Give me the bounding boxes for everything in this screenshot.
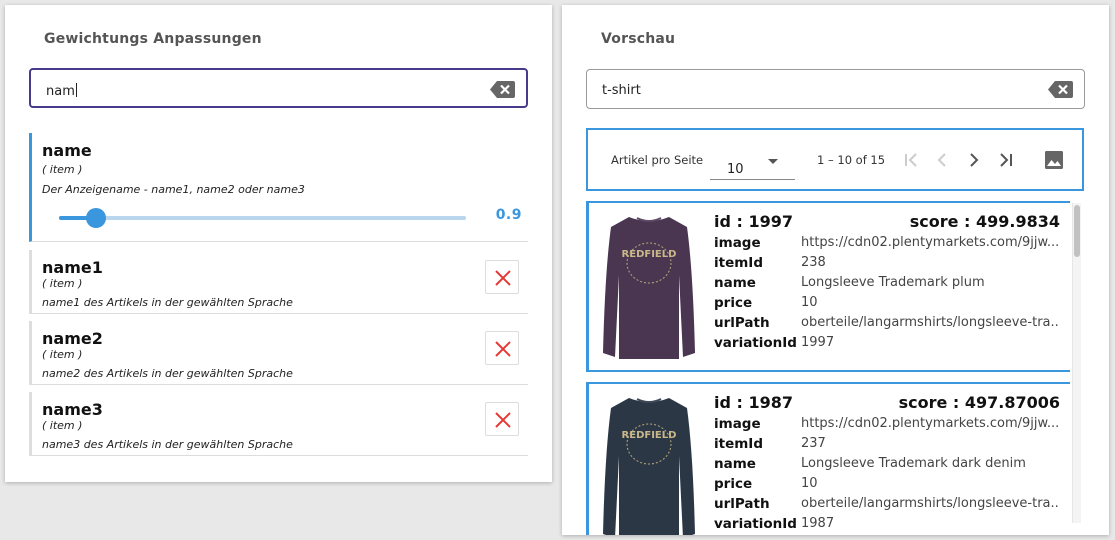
items-per-page-label: Artikel pro Seite (611, 153, 704, 167)
remove-weight-button[interactable] (485, 260, 519, 294)
weight-item-description: Der Anzeigename - name1, name2 oder name… (42, 183, 305, 196)
backspace-clear-icon[interactable] (490, 81, 515, 98)
shirt-print-text: REDFIELD (622, 249, 677, 260)
weight-item-type: ( item ) (42, 163, 83, 176)
weight-slider[interactable] (59, 208, 466, 228)
field-key: name (714, 456, 756, 472)
paginator: Artikel pro Seite 10 1 – 10 of 15 (586, 128, 1084, 191)
shirt-collar (636, 217, 662, 222)
field-key: image (714, 235, 761, 251)
weight-item-title: name (42, 141, 92, 160)
result-card[interactable]: REDFIELD id : 1997 score : 499.9834 imag… (586, 201, 1070, 372)
shirt-print-text: REDFIELD (622, 430, 677, 441)
field-value: 10 (801, 295, 818, 310)
weight-item-name: name ( item ) Der Anzeigename - name1, n… (29, 133, 528, 242)
page-range-label: 1 – 10 of 15 (817, 153, 886, 167)
product-image: REDFIELD (603, 398, 695, 535)
items-per-page-select[interactable]: 10 (710, 151, 795, 180)
field-value: https://cdn02.plentymarkets.com/9jjw... (801, 235, 1059, 250)
items-per-page-value: 10 (727, 162, 744, 177)
field-key: variationId (714, 516, 797, 532)
field-key: itemId (714, 436, 763, 452)
shirt-collar (636, 398, 662, 403)
field-key: urlPath (714, 496, 770, 512)
results-scrollbar[interactable] (1072, 203, 1081, 523)
weight-item-name1: name1 ( item ) name1 des Artikels in der… (29, 250, 528, 314)
result-id: id : 1987 (714, 393, 794, 412)
field-key: urlPath (714, 315, 770, 331)
shirt-body (603, 217, 695, 359)
field-key: itemId (714, 255, 763, 271)
weight-item-description: name1 des Artikels in der gewählten Spra… (42, 296, 293, 309)
weight-item-name3: name3 ( item ) name3 des Artikels in der… (29, 392, 528, 456)
preview-search-value: t-shirt (602, 83, 641, 98)
weight-item-description: name3 des Artikels in der gewählten Spra… (42, 438, 293, 451)
preview-search-input[interactable]: t-shirt (586, 69, 1085, 109)
field-key: variationId (714, 335, 797, 351)
chevron-right-icon[interactable] (962, 148, 986, 172)
field-value: oberteile/langarmshirts/longsleeve-tra..… (801, 496, 1059, 511)
field-key: image (714, 416, 761, 432)
field-key: price (714, 295, 753, 311)
close-icon (495, 270, 511, 286)
close-icon (495, 412, 511, 428)
preview-panel-title: Vorschau (601, 31, 676, 47)
field-key: name (714, 275, 756, 291)
field-value: oberteile/langarmshirts/longsleeve-tra..… (801, 315, 1059, 330)
field-value: Longsleeve Trademark dark denim (801, 456, 1026, 471)
chevron-left-icon[interactable] (930, 148, 954, 172)
first-page-icon[interactable] (899, 148, 923, 172)
field-key: price (714, 476, 753, 492)
field-value: 237 (801, 436, 826, 451)
weight-slider-thumb[interactable] (85, 208, 106, 228)
weight-item-type: ( item ) (42, 419, 83, 432)
weight-item-type: ( item ) (42, 348, 83, 361)
last-page-icon[interactable] (994, 148, 1018, 172)
weights-search-input[interactable]: nam (29, 68, 528, 108)
close-icon (495, 341, 511, 357)
weight-item-name2: name2 ( item ) name2 des Artikels in der… (29, 321, 528, 385)
result-score: score : 497.87006 (898, 393, 1060, 412)
field-value: https://cdn02.plentymarkets.com/9jjw... (801, 416, 1059, 431)
scrollbar-thumb[interactable] (1074, 205, 1080, 257)
weight-item-description: name2 des Artikels in der gewählten Spra… (42, 367, 293, 380)
image-icon[interactable] (1043, 149, 1065, 171)
backspace-clear-icon[interactable] (1048, 81, 1073, 98)
result-score: score : 499.9834 (909, 212, 1060, 231)
weight-item-title: name2 (42, 329, 103, 348)
result-id: id : 1997 (714, 212, 794, 231)
field-value: 1997 (801, 335, 835, 350)
field-value: Longsleeve Trademark plum (801, 275, 985, 290)
field-value: 10 (801, 476, 818, 491)
shirt-body (603, 398, 695, 535)
weight-item-title: name1 (42, 258, 103, 277)
weights-search-value: nam (46, 84, 75, 99)
remove-weight-button[interactable] (485, 402, 519, 436)
weights-panel-title: Gewichtungs Anpassungen (44, 31, 262, 47)
field-value: 238 (801, 255, 826, 270)
result-card[interactable]: REDFIELD id : 1987 score : 497.87006 ima… (586, 382, 1070, 535)
weights-panel: Gewichtungs Anpassungen nam name ( item … (5, 5, 552, 482)
weight-item-type: ( item ) (42, 277, 83, 290)
remove-weight-button[interactable] (485, 331, 519, 365)
chevron-down-icon (768, 159, 778, 164)
product-image: REDFIELD (603, 217, 695, 359)
weight-item-title: name3 (42, 400, 103, 419)
preview-panel: Vorschau t-shirt Artikel pro Seite 10 1 … (562, 5, 1109, 535)
text-caret (75, 83, 77, 97)
field-value: 1987 (801, 516, 835, 531)
weight-slider-value: 0.9 (495, 207, 522, 223)
